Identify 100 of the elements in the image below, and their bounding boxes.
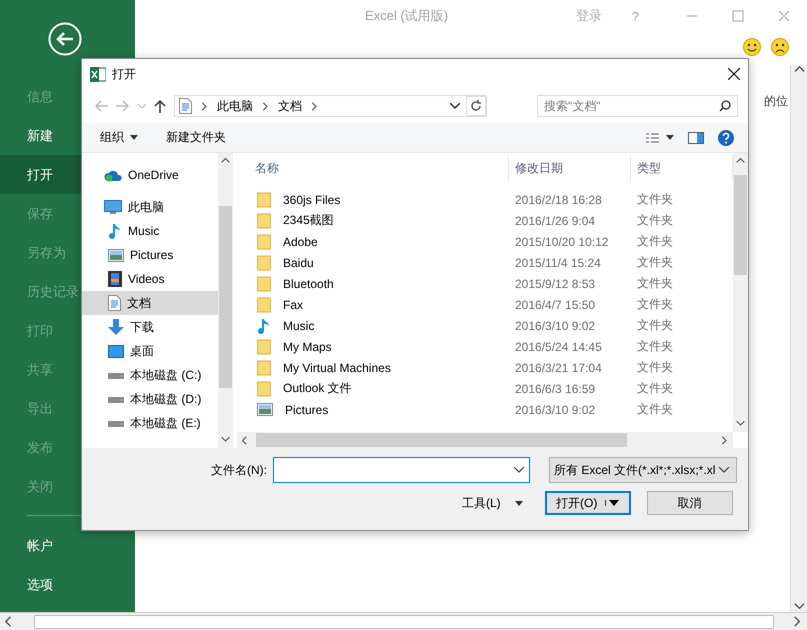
nav-item[interactable]: Pictures [82,243,218,267]
search-field[interactable]: 搜索"文档" [537,95,738,117]
file-date: 2016/3/10 9:02 [514,318,596,332]
file-name: 360js Files [282,192,340,206]
chevron-down-icon[interactable] [514,467,524,473]
folder-icon [257,254,271,270]
file-name: Pictures [284,402,328,416]
nav-item[interactable]: 本地磁盘 (E:) [82,411,218,435]
caret-icon [130,135,138,140]
chevron-right-icon[interactable] [310,102,319,110]
tools-menu[interactable]: 工具(L) [462,494,523,512]
nav-item[interactable]: 文档 [82,291,218,315]
file-date: 2016/5/24 14:45 [514,340,603,354]
chevron-down-icon[interactable] [736,419,745,428]
file-row[interactable]: Baidu 2015/11/4 15:24 文件夹 [237,252,733,273]
file-name-field[interactable] [273,457,530,483]
file-row[interactable]: Pictures 2016/3/10 9:02 文件夹 [237,399,733,420]
image-icon [108,248,124,262]
file-row[interactable]: Fax 2016/4/7 15:50 文件夹 [237,294,733,315]
dialog-title: 打开 [112,66,136,82]
view-options-icon[interactable] [646,132,674,142]
nav-item[interactable]: Videos [82,267,218,291]
folder-icon [257,296,271,312]
file-type: 文件夹 [636,359,674,376]
folder-icon [257,234,271,250]
horizontal-scrollbar[interactable] [0,612,807,630]
nav-item[interactable]: 下载 [82,315,218,339]
smiley-icon[interactable] [743,38,761,56]
file-date: 2016/4/7 15:50 [514,298,596,312]
backstage-menu-item[interactable]: 帐户 [0,526,135,565]
nav-item[interactable]: 本地磁盘 (D:) [82,387,218,411]
chevron-right-icon[interactable] [792,616,803,627]
column-header[interactable]: 修改日期 [509,155,631,181]
monitor-icon [104,200,122,214]
file-type: 文件夹 [636,275,674,292]
spreadsheet-app-icon [90,66,106,82]
caret-icon [514,500,523,506]
file-row[interactable]: 2345截图 2016/1/26 9:04 文件夹 [237,210,733,231]
file-name: Fax [282,298,304,312]
file-name-label: 文件名(N): [211,462,267,478]
file-date: 2015/11/4 15:24 [514,256,602,270]
file-row[interactable]: Bluetooth 2015/9/12 8:53 文件夹 [237,273,733,294]
chevron-right-icon[interactable] [720,436,729,444]
chevron-down-icon[interactable] [794,601,804,612]
help-icon[interactable] [718,130,734,146]
open-button[interactable]: 打开(O) [544,491,631,515]
file-date: 2016/6/3 16:59 [514,382,596,396]
nav-item[interactable]: 本地磁盘 (C:) [82,363,218,387]
organize-menu[interactable]: 组织 [100,129,138,146]
nav-item[interactable]: Music [82,219,218,243]
file-row[interactable]: Music 2016/3/10 9:02 文件夹 [237,315,733,336]
breadcrumb-item[interactable]: 文档 [278,98,302,114]
file-name: My Virtual Machines [282,360,391,374]
chevron-right-icon[interactable] [200,102,209,110]
file-name: Bluetooth [282,276,334,290]
vertical-scrollbar[interactable] [790,65,807,612]
new-folder-button[interactable]: 新建文件夹 [166,129,226,146]
cloud-icon [104,168,122,182]
background-text: 的位 [764,93,788,110]
folder-icon [257,212,271,228]
drive-icon [108,395,124,403]
nav-item[interactable]: 此电脑 [82,195,218,219]
backstage-menu-item[interactable]: 选项 [0,565,135,604]
file-type-dropdown[interactable]: 所有 Excel 文件(*.xl*;*.xlsx;*.xl [549,457,737,483]
file-name: 2345截图 [282,212,334,229]
file-row[interactable]: Outlook 文件 2016/6/3 16:59 文件夹 [237,378,733,399]
file-date: 2016/1/26 9:04 [514,214,596,228]
chevron-down-icon[interactable] [450,103,460,109]
column-header[interactable]: 名称 [237,155,509,181]
preview-pane-icon[interactable] [688,132,704,144]
close-icon[interactable] [728,68,740,80]
file-row[interactable]: My Maps 2016/5/24 14:45 文件夹 [237,336,733,357]
file-row[interactable]: Adobe 2015/10/20 10:12 文件夹 [237,231,733,252]
folder-icon [257,380,271,396]
chevron-down-icon[interactable] [221,435,230,444]
file-date: 2016/2/18 16:28 [514,192,603,206]
scrollbar[interactable] [237,432,733,448]
chevron-right-icon[interactable] [261,102,270,110]
document-icon [108,295,121,311]
file-row[interactable]: My Virtual Machines 2016/3/21 17:04 文件夹 [237,357,733,378]
file-name: Baidu [282,256,314,270]
breadcrumb-item[interactable]: 此电脑 [217,98,253,114]
cancel-button[interactable]: 取消 [646,491,733,515]
window-title: Excel (试用版) [365,7,448,25]
nav-item[interactable]: 桌面 [82,339,218,363]
up-arrow-icon[interactable] [154,99,166,113]
music-note-icon [257,318,271,334]
file-type: 文件夹 [636,296,674,313]
folder-icon [257,338,271,354]
file-row[interactable]: 360js Files 2016/2/18 16:28 文件夹 [237,189,733,210]
file-type: 文件夹 [636,338,674,355]
scrollbar[interactable] [733,153,748,432]
frown-icon[interactable] [771,38,789,56]
address-bar[interactable]: 此电脑 文档 [174,95,487,117]
file-name: My Maps [282,340,332,354]
scrollbar[interactable] [218,153,233,448]
file-name: Music [282,318,314,332]
file-date: 2015/9/12 8:53 [514,276,596,290]
refresh-icon[interactable] [466,96,486,116]
file-type: 文件夹 [636,191,674,208]
